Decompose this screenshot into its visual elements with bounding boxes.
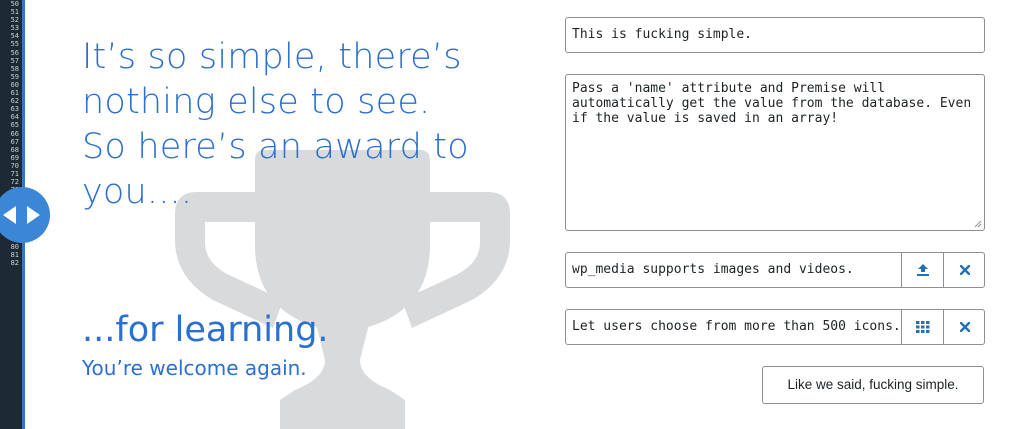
line-number: 52 <box>10 16 19 25</box>
description-textarea[interactable]: Pass a 'name' attribute and Premise will… <box>565 74 985 231</box>
learning-heading: ...for learning. <box>82 310 329 350</box>
line-number: 54 <box>10 32 19 41</box>
line-number: 66 <box>10 129 19 138</box>
line-number: 69 <box>10 153 19 162</box>
line-number: 57 <box>10 56 19 65</box>
line-number: 70 <box>10 161 19 170</box>
upload-button[interactable] <box>901 252 943 288</box>
close-icon <box>959 322 970 332</box>
line-number: 63 <box>10 105 19 114</box>
line-number: 62 <box>10 97 19 106</box>
line-number: 72 <box>10 178 19 187</box>
line-number: 80 <box>10 242 19 251</box>
line-number: 50 <box>10 0 19 8</box>
hero-line: So here’s an award to <box>82 127 469 167</box>
submit-button[interactable]: Like we said, fucking simple. <box>762 366 984 404</box>
line-number: 60 <box>10 80 19 89</box>
line-number: 59 <box>10 72 19 81</box>
line-number: 68 <box>10 145 19 154</box>
line-number: 55 <box>10 40 19 49</box>
line-number: 64 <box>10 113 19 122</box>
left-right-arrows-icon <box>3 206 40 224</box>
icon-field-value: Let users choose from more than 500 icon… <box>572 319 901 334</box>
line-number: 61 <box>10 89 19 98</box>
choose-icon-button[interactable] <box>901 309 943 345</box>
hero-line: you.... <box>82 172 193 212</box>
welcome-text: You’re welcome again. <box>82 356 307 380</box>
line-number: 56 <box>10 48 19 57</box>
media-field[interactable]: wp_media supports images and videos. <box>565 252 985 288</box>
remove-media-button[interactable] <box>943 252 985 288</box>
panel-toggle-button[interactable] <box>0 187 50 243</box>
line-number: 58 <box>10 64 19 73</box>
line-number: 51 <box>10 8 19 17</box>
remove-icon-button[interactable] <box>943 309 985 345</box>
hero-heading: It’s so simple, there’s nothing else to … <box>82 35 469 215</box>
close-icon <box>959 265 970 275</box>
resize-handle-icon[interactable] <box>974 220 982 228</box>
hero-line: nothing else to see. <box>82 82 431 122</box>
line-number: 71 <box>10 169 19 178</box>
grid-icon <box>915 321 929 333</box>
textarea-content: Pass a 'name' attribute and Premise will… <box>572 81 979 126</box>
icon-field[interactable]: Let users choose from more than 500 icon… <box>565 309 985 345</box>
line-number: 65 <box>10 121 19 130</box>
hero-line: It’s so simple, there’s <box>82 37 462 77</box>
line-number: 82 <box>10 259 19 267</box>
text-field[interactable]: This is fucking simple. <box>565 17 985 53</box>
media-field-value: wp_media supports images and videos. <box>572 262 854 277</box>
line-number: 67 <box>10 137 19 146</box>
upload-icon <box>916 264 929 276</box>
line-number: 81 <box>10 250 19 259</box>
line-number: 53 <box>10 24 19 33</box>
